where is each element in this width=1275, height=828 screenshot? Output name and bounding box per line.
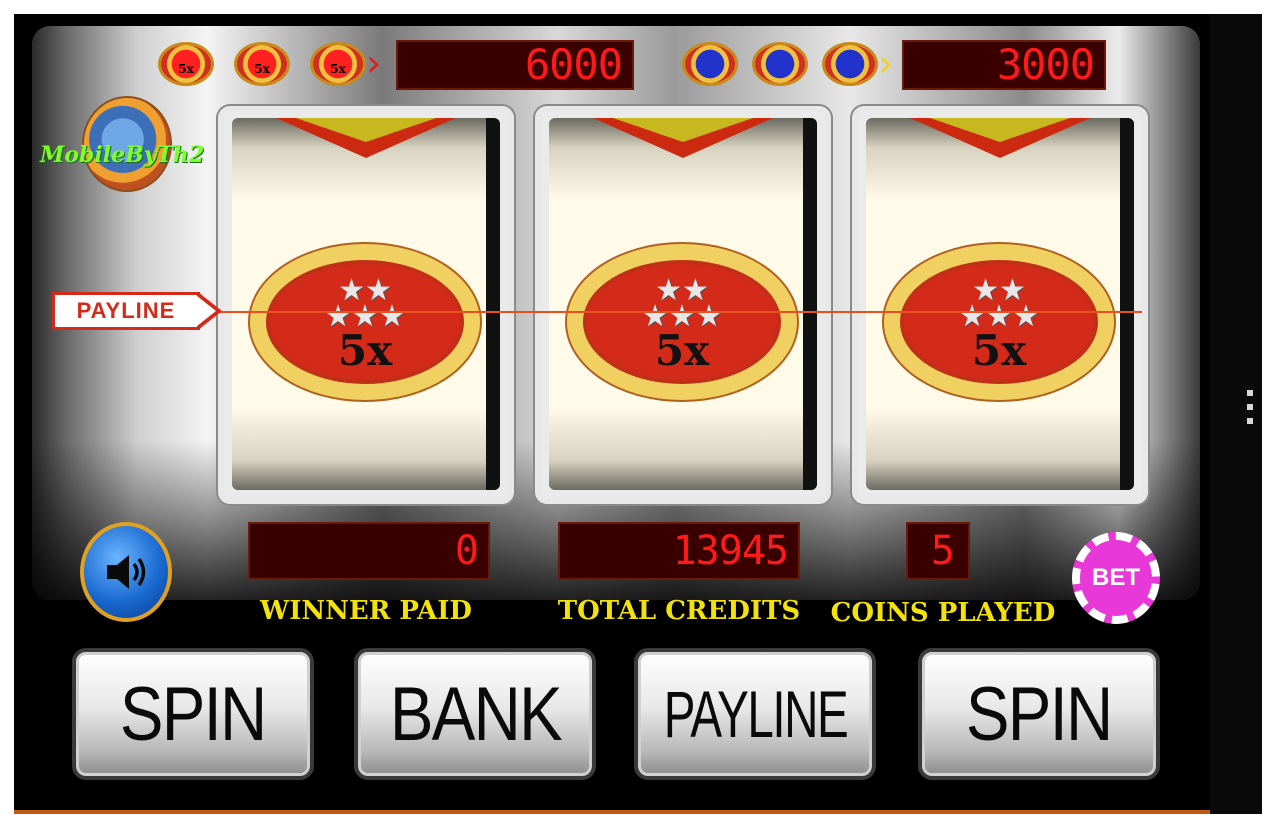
blue-jackpot-display: 3000 <box>902 40 1106 90</box>
coin-label: 5x <box>330 62 346 76</box>
winner-paid-display: 0 <box>248 522 490 580</box>
payline-label: PAYLINE <box>663 677 848 751</box>
coins-played-label: COINS PLAYED <box>830 598 1056 628</box>
red-coin-icon: 5x <box>234 42 290 86</box>
total-credits-display: 13945 <box>558 522 800 580</box>
chevron-right-icon: › <box>878 41 894 85</box>
bet-chip-button[interactable]: BET <box>1072 532 1160 624</box>
red-coin-icon: 5x <box>310 42 366 86</box>
overflow-menu-icon[interactable] <box>1247 390 1255 432</box>
bet-label: BET <box>1092 564 1140 591</box>
red-jackpot-display: 6000 <box>396 40 634 90</box>
spin-button-right[interactable]: SPIN <box>918 648 1160 780</box>
blue-coin-icon <box>822 42 878 86</box>
blue-coin-icon <box>752 42 808 86</box>
reel-2: ★★ ★★★ 5x <box>535 106 831 504</box>
payline-button[interactable]: PAYLINE <box>634 648 876 780</box>
five-x-symbol-icon: ★★ ★★★ 5x <box>250 244 480 400</box>
chevron-right-icon: › <box>366 41 382 85</box>
winner-paid-label: WINNER PAID <box>260 596 472 626</box>
spin-label: SPIN <box>120 671 267 757</box>
reel-symbol-label: 5x <box>337 326 393 375</box>
payline-indicator: PAYLINE <box>52 292 224 330</box>
total-credits-label: TOTAL CREDITS <box>557 596 801 626</box>
payline-tag-label: PAYLINE <box>52 292 200 330</box>
reel-symbol-label: 5x <box>971 326 1027 375</box>
coin-label: 5x <box>254 62 270 76</box>
speaker-icon[interactable] <box>80 522 172 622</box>
reel-marker-icon <box>296 118 436 142</box>
payline-line <box>218 311 1142 313</box>
reel-marker-icon <box>930 118 1070 142</box>
stars-icon: ★★ ★★★ <box>324 273 406 334</box>
bank-button[interactable]: BANK <box>354 648 596 780</box>
stars-icon: ★★ ★★★ <box>958 273 1040 334</box>
bank-label: BANK <box>389 671 562 757</box>
stars-icon: ★★ ★★★ <box>641 273 723 334</box>
spin-label: SPIN <box>966 671 1113 757</box>
blue-coin-icon <box>682 42 738 86</box>
five-x-symbol-icon: ★★ ★★★ 5x <box>884 244 1114 400</box>
reel-marker-icon <box>613 118 753 142</box>
bottom-divider <box>14 810 1210 814</box>
reel-1: ★★ ★★★ 5x <box>218 106 514 504</box>
coin-label: 5x <box>178 62 194 76</box>
coins-played-display: 5 <box>906 522 970 580</box>
red-coin-icon: 5x <box>158 42 214 86</box>
reel-3: ★★ ★★★ 5x <box>852 106 1148 504</box>
five-x-symbol-icon: ★★ ★★★ 5x <box>567 244 797 400</box>
reel-symbol-label: 5x <box>654 326 710 375</box>
spin-button-left[interactable]: SPIN <box>72 648 314 780</box>
brand-logo-text: MobileByTh2 <box>40 142 205 168</box>
